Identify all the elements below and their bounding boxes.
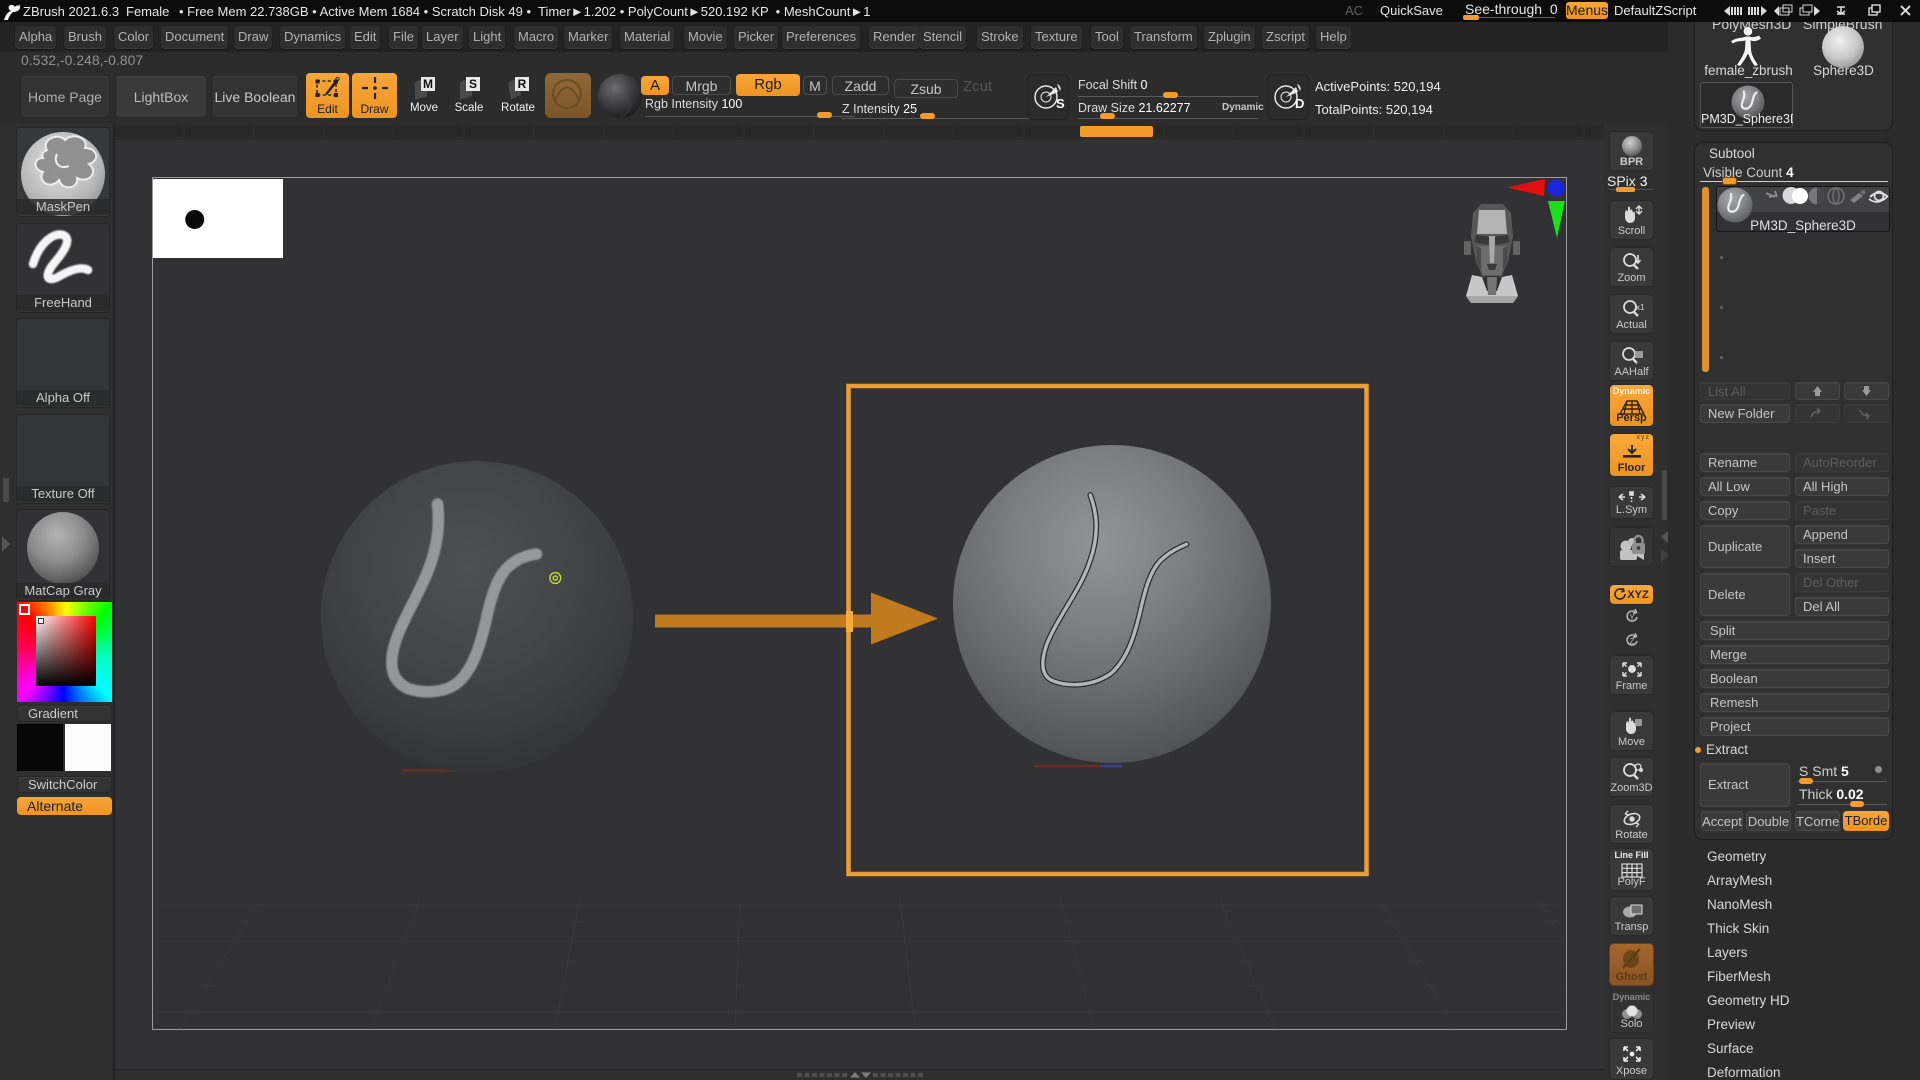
svg-text:R: R [518,77,527,91]
svg-text:Y: Y [1629,613,1635,622]
svg-text:S: S [469,77,477,91]
svg-text:M: M [423,77,433,91]
svg-text:S: S [1056,96,1065,111]
svg-text:Z: Z [1629,637,1634,646]
svg-text:D: D [1295,96,1304,111]
svg-text:x1: x1 [1636,303,1645,312]
